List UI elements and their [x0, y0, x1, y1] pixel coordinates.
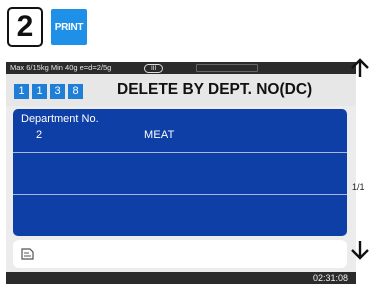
print-key-label: PRINT [54, 21, 84, 33]
status-indicator-box [196, 64, 258, 72]
scroll-down-arrow-icon[interactable] [345, 238, 375, 262]
number-key-label: 2 [16, 10, 34, 43]
list-item[interactable] [13, 194, 347, 235]
list-item[interactable]: Department No. 2 MEAT [13, 109, 347, 150]
clock: 02:31:08 [312, 273, 348, 283]
list-item[interactable] [13, 152, 347, 193]
menu-path: 1 1 3 8 [14, 84, 83, 99]
bottom-status-bar: 02:31:08 [6, 272, 356, 284]
department-no-column-header: Department No. [21, 113, 99, 125]
menu-path-digit: 8 [68, 84, 83, 99]
page-title: DELETE BY DEPT. NO(DC) [117, 81, 313, 98]
accuracy-class-badge: III [144, 63, 164, 73]
input-field[interactable] [13, 240, 347, 268]
menu-path-digit: 3 [50, 84, 65, 99]
scroll-up-arrow-icon[interactable] [345, 56, 375, 80]
menu-path-digit: 1 [32, 84, 47, 99]
print-key[interactable]: PRINT [51, 9, 87, 45]
scale-spec-text: Max 6/15kg Min 40g e=d=2/5g [10, 63, 112, 72]
department-name-cell: MEAT [144, 129, 175, 141]
menu-path-digit: 1 [14, 84, 29, 99]
edit-note-icon [21, 248, 34, 260]
screen-header: 1 1 3 8 DELETE BY DEPT. NO(DC) [6, 74, 356, 106]
page-indicator: 1/1 [352, 182, 365, 192]
department-list[interactable]: Department No. 2 MEAT [13, 109, 347, 236]
status-bar: Max 6/15kg Min 40g e=d=2/5g III [6, 62, 356, 74]
department-no-cell: 2 [36, 129, 43, 141]
scale-display: Max 6/15kg Min 40g e=d=2/5g III 1 1 3 8 … [6, 62, 356, 284]
number-key-2[interactable]: 2 [7, 7, 43, 47]
